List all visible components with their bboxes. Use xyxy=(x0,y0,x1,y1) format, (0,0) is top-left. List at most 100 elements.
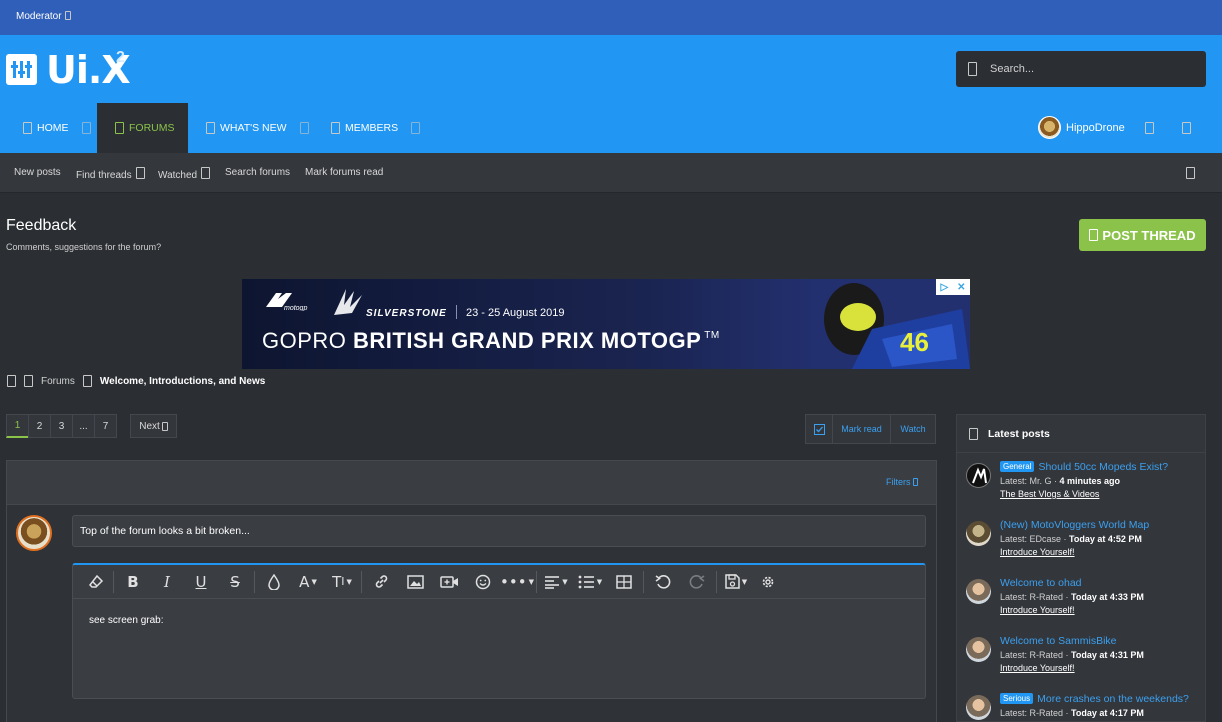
post-title[interactable]: Welcome to SammisBike xyxy=(1000,635,1117,647)
tab-whats-new[interactable]: WHAT'S NEW xyxy=(206,103,309,153)
breadcrumb-forums[interactable]: Forums xyxy=(41,376,75,387)
align-icon[interactable]: ▼ xyxy=(539,567,573,597)
text-color-icon[interactable] xyxy=(257,567,291,597)
drafts-icon[interactable]: ▼ xyxy=(719,567,753,597)
bell-icon[interactable] xyxy=(1145,122,1154,134)
search-forums-link[interactable]: Search forums xyxy=(225,167,290,178)
post-forum-link[interactable]: Introduce Yourself! xyxy=(1000,663,1075,673)
find-threads-link[interactable]: Find threads xyxy=(76,167,145,181)
gear-icon[interactable] xyxy=(753,567,783,597)
underline-icon[interactable]: U xyxy=(184,567,218,597)
ad-headline: GOPRO BRITISH GRAND PRIX MOTOGP TM xyxy=(262,328,720,353)
moderator-menu[interactable]: Moderator xyxy=(16,11,71,22)
table-icon[interactable] xyxy=(607,567,641,597)
user-menu[interactable]: HippoDrone xyxy=(1038,116,1125,139)
latest-posts-widget: Latest posts General Should 50cc Mopeds E… xyxy=(956,414,1206,722)
clear-formatting-icon[interactable] xyxy=(81,567,111,597)
mark-forums-read-link[interactable]: Mark forums read xyxy=(305,167,383,178)
avatar[interactable] xyxy=(966,695,991,720)
watched-link[interactable]: Watched xyxy=(158,167,211,181)
moderator-bar: Moderator xyxy=(0,0,1222,35)
chevron-down-icon[interactable] xyxy=(411,122,421,134)
breadcrumb: Forums Welcome, Introductions, and News xyxy=(7,375,265,387)
chevron-down-icon[interactable] xyxy=(81,122,91,134)
bold-icon[interactable]: B xyxy=(116,567,150,597)
widget-header: Latest posts xyxy=(957,415,1205,453)
list-icon[interactable]: ▼ xyxy=(573,567,607,597)
rich-text-editor[interactable]: B I U S A ▼ T I ▼ ••• ▼ ▼ ▼ ▼ see screen… xyxy=(72,563,926,699)
tab-members[interactable]: MEMBERS xyxy=(331,103,421,153)
event-dates: 23 - 25 August 2019 xyxy=(466,307,565,319)
divider xyxy=(456,305,457,319)
post-title[interactable]: General Should 50cc Mopeds Exist? xyxy=(1000,461,1168,473)
breadcrumb-current[interactable]: Welcome, Introductions, and News xyxy=(100,376,265,387)
mark-read-button[interactable]: Mark read xyxy=(833,415,891,443)
toolbar-divider xyxy=(643,570,644,593)
tab-home[interactable]: HOME xyxy=(23,103,91,153)
home-icon xyxy=(23,122,32,134)
envelope-icon[interactable] xyxy=(1182,122,1191,134)
chevron-down-icon[interactable] xyxy=(299,122,309,134)
prefix-badge: General xyxy=(1000,461,1035,472)
post-meta: Latest: R-Rated · Today at 4:17 PM xyxy=(1000,708,1144,718)
more-options-icon[interactable]: ••• ▼ xyxy=(500,567,534,597)
post-forum-link[interactable]: The Best Vlogs & Videos xyxy=(1000,489,1099,499)
home-icon[interactable] xyxy=(7,375,16,387)
toolbar-divider xyxy=(361,570,362,593)
site-logo[interactable]: Ui.X 2 xyxy=(6,48,136,92)
font-size-icon[interactable]: T I ▼ xyxy=(325,567,359,597)
strikethrough-icon[interactable]: S xyxy=(218,567,252,597)
page-2[interactable]: 2 xyxy=(28,414,51,438)
post-title[interactable]: Welcome to ohad xyxy=(1000,577,1082,589)
editor-content[interactable]: see screen grab: xyxy=(89,615,164,626)
avatar[interactable] xyxy=(966,463,991,488)
thread-title-input[interactable] xyxy=(72,515,926,547)
font-family-icon[interactable]: A ▼ xyxy=(291,567,325,597)
silverstone-logo xyxy=(334,289,362,315)
post-title[interactable]: (New) MotoVloggers World Map xyxy=(1000,519,1149,531)
banner-ad[interactable]: motogp SILVERSTONE 23 - 25 August 2019 G… xyxy=(242,279,970,369)
toolbar-divider xyxy=(716,570,717,593)
breadcrumb-separator-icon xyxy=(24,375,33,387)
chevron-down-icon xyxy=(913,478,918,486)
link-icon[interactable] xyxy=(364,567,398,597)
page-ellipsis[interactable]: ... xyxy=(72,414,95,438)
svg-text:motogp: motogp xyxy=(284,305,307,311)
toolbar-divider xyxy=(113,570,114,593)
video-icon[interactable] xyxy=(432,567,466,597)
post-forum-link[interactable]: Introduce Yourself! xyxy=(1000,605,1075,615)
tab-forums[interactable]: FORUMS xyxy=(97,103,188,153)
checkbox-icon xyxy=(813,423,825,435)
settings-icon[interactable] xyxy=(1186,167,1195,179)
post-title[interactable]: Serious More crashes on the weekends? xyxy=(1000,693,1189,705)
italic-icon[interactable]: I xyxy=(150,567,184,597)
post-forum-link[interactable]: Introduce Yourself! xyxy=(1000,547,1075,557)
breadcrumb-separator-icon xyxy=(82,375,92,387)
image-icon[interactable] xyxy=(398,567,432,597)
post-thread-button[interactable]: POST THREAD xyxy=(1079,219,1206,251)
ad-choices-icon[interactable]: ▷ ✕ xyxy=(936,279,970,295)
search-input[interactable] xyxy=(990,59,1190,79)
sub-nav: New posts Find threads Watched Search fo… xyxy=(0,153,1222,193)
posts-icon xyxy=(969,427,978,440)
undo-icon[interactable] xyxy=(646,567,680,597)
widget-title[interactable]: Latest posts xyxy=(988,428,1050,440)
redo-icon[interactable] xyxy=(680,567,714,597)
avatar[interactable] xyxy=(966,579,991,604)
page-7[interactable]: 7 xyxy=(94,414,117,438)
next-page-button[interactable]: Next xyxy=(130,414,177,438)
select-checkbox[interactable] xyxy=(806,415,833,443)
avatar[interactable] xyxy=(966,637,991,662)
watch-button[interactable]: Watch xyxy=(891,415,935,443)
editor-toolbar: B I U S A ▼ T I ▼ ••• ▼ ▼ ▼ ▼ xyxy=(73,565,925,599)
avatar[interactable] xyxy=(966,521,991,546)
pagination: 1 2 3 ... 7 xyxy=(6,414,117,438)
page-3[interactable]: 3 xyxy=(50,414,73,438)
smiley-icon[interactable] xyxy=(466,567,500,597)
motogp-logo: motogp xyxy=(266,293,307,311)
logo-mark-icon xyxy=(6,54,37,85)
new-posts-link[interactable]: New posts xyxy=(14,167,61,178)
search-box xyxy=(956,51,1206,87)
filters-button[interactable]: Filters xyxy=(886,477,918,487)
page-1[interactable]: 1 xyxy=(6,414,29,438)
